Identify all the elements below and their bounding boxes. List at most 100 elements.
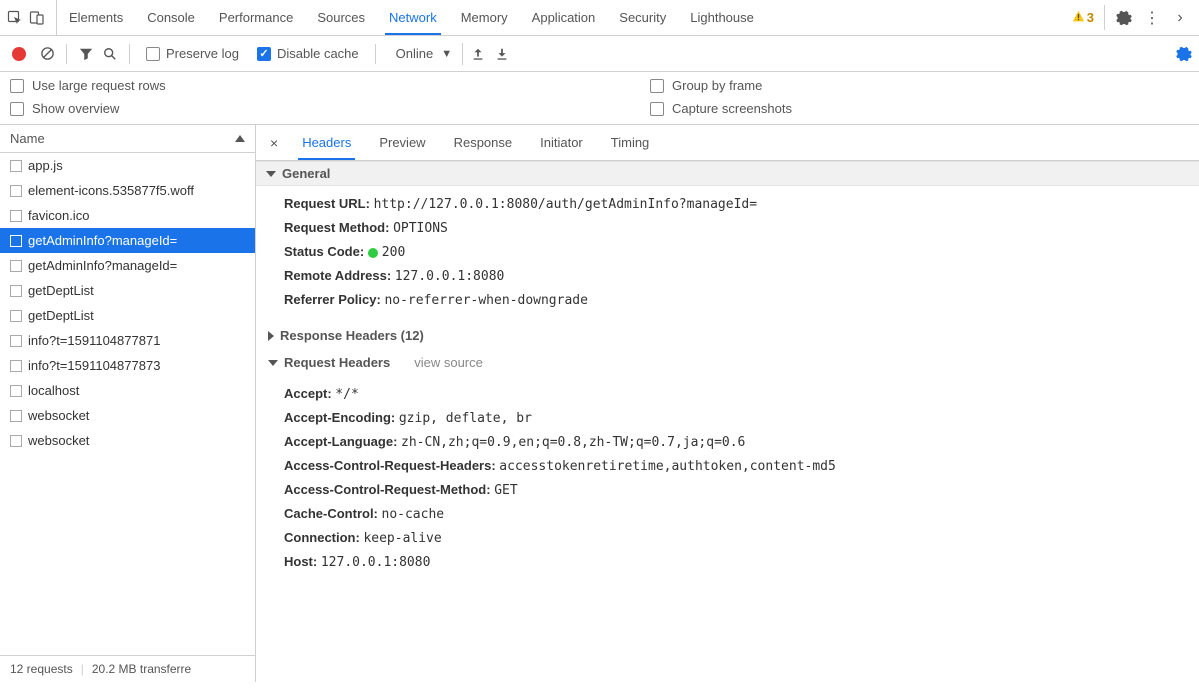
request-row[interactable]: getAdminInfo?manageId= [0,228,255,253]
file-icon [10,235,22,247]
header-key: Accept-Language: [284,434,401,449]
network-toolbar: Preserve log ✓ Disable cache Online ▼ [0,36,1199,72]
request-list: app.js element-icons.535877f5.woff favicon… [0,153,255,655]
general-section-body: Request URL: http://127.0.0.1:8080/auth/… [256,186,1199,322]
detail-tab-timing[interactable]: Timing [597,125,664,160]
warning-icon [1072,10,1085,26]
top-tab-security[interactable]: Security [607,0,678,35]
request-headers-title: Request Headers [284,355,390,370]
view-source-link[interactable]: view source [414,355,483,370]
upload-icon[interactable] [469,45,487,63]
request-row[interactable]: favicon.ico [0,203,255,228]
request-name: element-icons.535877f5.woff [28,183,194,198]
header-value: */* [335,387,358,402]
header-row: Access-Control-Request-Method: GET [284,478,1189,502]
request-row[interactable]: element-icons.535877f5.woff [0,178,255,203]
top-tab-lighthouse[interactable]: Lighthouse [678,0,766,35]
settings-gear-icon[interactable] [1115,9,1133,27]
requests-count: 12 requests [10,662,73,676]
top-tab-performance[interactable]: Performance [207,0,305,35]
general-section-header[interactable]: General [256,161,1199,186]
network-options-bar: Use large request rows Show overview Gro… [0,72,1199,125]
request-row[interactable]: websocket [0,428,255,453]
show-overview-checkbox[interactable]: Show overview [10,101,610,116]
request-row[interactable]: app.js [0,153,255,178]
capture-screenshots-checkbox[interactable]: Capture screenshots [650,101,792,116]
header-row: Remote Address: 127.0.0.1:8080 [284,264,1189,288]
request-name: app.js [28,158,63,173]
request-row[interactable]: info?t=1591104877871 [0,328,255,353]
network-main: Name app.js element-icons.535877f5.woff fa… [0,125,1199,682]
top-tab-application[interactable]: Application [520,0,608,35]
detail-body: General Request URL: http://127.0.0.1:80… [256,161,1199,682]
toolbar-separator [375,44,376,64]
triangle-right-icon [268,331,274,341]
disable-cache-checkbox[interactable]: ✓ Disable cache [251,46,365,61]
inspect-element-icon[interactable] [6,9,24,27]
top-tab-memory[interactable]: Memory [449,0,520,35]
header-row: Referrer Policy: no-referrer-when-downgr… [284,288,1189,312]
checkbox-icon [10,79,24,93]
request-row[interactable]: websocket [0,403,255,428]
request-row[interactable]: getAdminInfo?manageId= [0,253,255,278]
throttle-select[interactable]: Online ▼ [386,43,463,65]
header-key: Access-Control-Request-Method: [284,482,494,497]
header-row: Access-Control-Request-Headers: accessto… [284,454,1189,478]
detail-tab-response[interactable]: Response [440,125,527,160]
request-headers-section-header[interactable]: Request Headers view source [256,349,1199,376]
request-row[interactable]: localhost [0,378,255,403]
detail-tab-headers[interactable]: Headers [288,125,365,160]
header-value: OPTIONS [393,221,448,236]
header-row: Connection: keep-alive [284,526,1189,550]
header-row: Accept: */* [284,382,1189,406]
request-name: getAdminInfo?manageId= [28,258,177,273]
chevron-right-icon[interactable]: › [1171,9,1189,27]
header-value: keep-alive [363,531,441,546]
more-vert-icon[interactable]: ⋮ [1143,9,1161,27]
file-icon [10,360,22,372]
show-overview-label: Show overview [32,101,119,116]
file-icon [10,285,22,297]
file-icon [10,435,22,447]
name-column-header[interactable]: Name [0,125,255,153]
detail-tab-initiator[interactable]: Initiator [526,125,597,160]
top-tab-console[interactable]: Console [135,0,207,35]
filter-icon[interactable] [77,45,95,63]
close-detail-icon[interactable]: × [260,135,288,151]
clear-icon[interactable] [38,45,56,63]
group-by-frame-checkbox[interactable]: Group by frame [650,78,792,93]
status-bar: 12 requests | 20.2 MB transferre [0,655,255,682]
top-tab-sources[interactable]: Sources [305,0,377,35]
request-name: favicon.ico [28,208,89,223]
top-tab-network[interactable]: Network [377,0,449,35]
request-headers-body: Accept: */*Accept-Encoding: gzip, deflat… [256,376,1199,584]
request-name: getDeptList [28,308,94,323]
header-key: Accept: [284,386,335,401]
request-row[interactable]: getDeptList [0,303,255,328]
file-icon [10,260,22,272]
request-name: info?t=1591104877871 [28,333,160,348]
header-value: http://127.0.0.1:8080/auth/getAdminInfo?… [374,197,758,212]
request-row[interactable]: info?t=1591104877873 [0,353,255,378]
request-row[interactable]: getDeptList [0,278,255,303]
record-button[interactable] [12,47,26,61]
toggle-device-icon[interactable] [28,9,46,27]
header-value: no-referrer-when-downgrade [384,293,588,308]
request-name: websocket [28,433,89,448]
file-icon [10,335,22,347]
download-icon[interactable] [493,45,511,63]
warnings-badge[interactable]: 3 [1072,5,1105,30]
header-key: Referrer Policy: [284,292,384,307]
request-name: getDeptList [28,283,94,298]
top-tab-elements[interactable]: Elements [57,0,135,35]
detail-tab-preview[interactable]: Preview [365,125,439,160]
search-icon[interactable] [101,45,119,63]
use-large-rows-checkbox[interactable]: Use large request rows [10,78,610,93]
header-row: Accept-Language: zh-CN,zh;q=0.9,en;q=0.8… [284,430,1189,454]
request-name: getAdminInfo?manageId= [28,233,177,248]
preserve-log-checkbox[interactable]: Preserve log [140,46,245,61]
network-settings-gear-icon[interactable] [1175,45,1193,63]
response-headers-section-header[interactable]: Response Headers (12) [256,322,1199,349]
top-left-icon-group [6,0,57,35]
header-value: 200 [382,245,405,260]
